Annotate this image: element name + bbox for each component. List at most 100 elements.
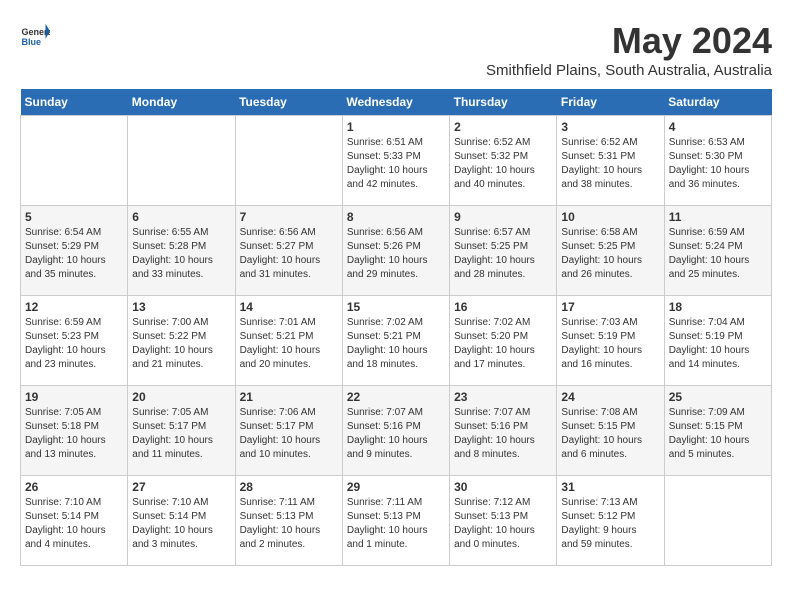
day-number: 22 (347, 390, 445, 404)
day-number: 24 (561, 390, 659, 404)
calendar-cell: 10Sunrise: 6:58 AM Sunset: 5:25 PM Dayli… (557, 206, 664, 296)
day-number: 14 (240, 300, 338, 314)
day-info: Sunrise: 6:51 AM Sunset: 5:33 PM Dayligh… (347, 136, 445, 192)
calendar-cell (235, 116, 342, 206)
calendar-cell: 7Sunrise: 6:56 AM Sunset: 5:27 PM Daylig… (235, 206, 342, 296)
week-row-3: 12 Sunrise: 6:59 AM Sunset: 5:23 PM Dayli… (21, 296, 772, 386)
calendar-cell: 3 Sunrise: 6:52 AM Sunset: 5:31 PM Daylig… (557, 116, 664, 206)
week-row-1: 1 Sunrise: 6:51 AM Sunset: 5:33 PM Daylig… (21, 116, 772, 206)
calendar-cell: 20 Sunrise: 7:05 AM Sunset: 5:17 PM Dayli… (128, 386, 235, 476)
page-header: General Blue May 2024 Smithfield Plains,… (20, 20, 772, 79)
day-info: Sunrise: 7:04 AM Sunset: 5:19 PM Dayligh… (669, 316, 767, 372)
calendar-cell: 24Sunrise: 7:08 AM Sunset: 5:15 PM Dayli… (557, 386, 664, 476)
day-number: 27 (132, 480, 230, 494)
day-info: Sunrise: 7:11 AM Sunset: 5:13 PM Dayligh… (240, 496, 338, 552)
day-number: 15 (347, 300, 445, 314)
weekday-header-monday: Monday (128, 89, 235, 116)
calendar-cell (664, 476, 771, 566)
day-number: 8 (347, 210, 445, 224)
calendar-cell: 25 Sunrise: 7:09 AM Sunset: 5:15 PM Dayli… (664, 386, 771, 476)
day-number: 2 (454, 120, 552, 134)
day-info: Sunrise: 7:07 AM Sunset: 5:16 PM Dayligh… (347, 406, 445, 462)
day-info: Sunrise: 7:03 AM Sunset: 5:19 PM Dayligh… (561, 316, 659, 372)
day-info: Sunrise: 6:53 AM Sunset: 5:30 PM Dayligh… (669, 136, 767, 192)
day-info: Sunrise: 7:11 AM Sunset: 5:13 PM Dayligh… (347, 496, 445, 552)
day-number: 12 (25, 300, 123, 314)
day-info: Sunrise: 7:09 AM Sunset: 5:15 PM Dayligh… (669, 406, 767, 462)
title-block: May 2024 Smithfield Plains, South Austra… (486, 20, 772, 79)
day-info: Sunrise: 6:52 AM Sunset: 5:32 PM Dayligh… (454, 136, 552, 192)
calendar-cell: 29 Sunrise: 7:11 AM Sunset: 5:13 PM Dayli… (342, 476, 449, 566)
day-number: 23 (454, 390, 552, 404)
day-info: Sunrise: 6:59 AM Sunset: 5:23 PM Dayligh… (25, 316, 123, 372)
calendar-cell: 26 Sunrise: 7:10 AM Sunset: 5:14 PM Dayli… (21, 476, 128, 566)
day-info: Sunrise: 6:56 AM Sunset: 5:26 PM Dayligh… (347, 226, 445, 282)
day-info: Sunrise: 7:06 AM Sunset: 5:17 PM Dayligh… (240, 406, 338, 462)
day-number: 26 (25, 480, 123, 494)
calendar-cell (128, 116, 235, 206)
calendar-cell: 9 Sunrise: 6:57 AM Sunset: 5:25 PM Daylig… (450, 206, 557, 296)
day-number: 25 (669, 390, 767, 404)
day-info: Sunrise: 6:54 AM Sunset: 5:29 PM Dayligh… (25, 226, 123, 282)
day-info: Sunrise: 7:02 AM Sunset: 5:20 PM Dayligh… (454, 316, 552, 372)
day-info: Sunrise: 7:07 AM Sunset: 5:16 PM Dayligh… (454, 406, 552, 462)
calendar-cell: 16 Sunrise: 7:02 AM Sunset: 5:20 PM Dayli… (450, 296, 557, 386)
day-info: Sunrise: 7:12 AM Sunset: 5:13 PM Dayligh… (454, 496, 552, 552)
day-info: Sunrise: 7:01 AM Sunset: 5:21 PM Dayligh… (240, 316, 338, 372)
day-number: 31 (561, 480, 659, 494)
day-number: 17 (561, 300, 659, 314)
day-number: 4 (669, 120, 767, 134)
day-number: 19 (25, 390, 123, 404)
calendar-cell: 27 Sunrise: 7:10 AM Sunset: 5:14 PM Dayli… (128, 476, 235, 566)
day-number: 18 (669, 300, 767, 314)
day-info: Sunrise: 6:59 AM Sunset: 5:24 PM Dayligh… (669, 226, 767, 282)
day-number: 28 (240, 480, 338, 494)
calendar-cell: 11 Sunrise: 6:59 AM Sunset: 5:24 PM Dayli… (664, 206, 771, 296)
day-info: Sunrise: 6:55 AM Sunset: 5:28 PM Dayligh… (132, 226, 230, 282)
day-number: 7 (240, 210, 338, 224)
day-number: 9 (454, 210, 552, 224)
weekday-header-thursday: Thursday (450, 89, 557, 116)
week-row-4: 19 Sunrise: 7:05 AM Sunset: 5:18 PM Dayli… (21, 386, 772, 476)
calendar-cell: 21 Sunrise: 7:06 AM Sunset: 5:17 PM Dayli… (235, 386, 342, 476)
day-number: 21 (240, 390, 338, 404)
calendar-cell: 1 Sunrise: 6:51 AM Sunset: 5:33 PM Daylig… (342, 116, 449, 206)
calendar-cell: 5Sunrise: 6:54 AM Sunset: 5:29 PM Daylig… (21, 206, 128, 296)
day-number: 16 (454, 300, 552, 314)
calendar-cell: 14 Sunrise: 7:01 AM Sunset: 5:21 PM Dayli… (235, 296, 342, 386)
day-number: 29 (347, 480, 445, 494)
weekday-header-saturday: Saturday (664, 89, 771, 116)
day-number: 20 (132, 390, 230, 404)
day-info: Sunrise: 7:10 AM Sunset: 5:14 PM Dayligh… (25, 496, 123, 552)
day-number: 6 (132, 210, 230, 224)
day-number: 13 (132, 300, 230, 314)
calendar-cell: 23 Sunrise: 7:07 AM Sunset: 5:16 PM Dayli… (450, 386, 557, 476)
calendar-cell: 4 Sunrise: 6:53 AM Sunset: 5:30 PM Daylig… (664, 116, 771, 206)
day-info: Sunrise: 7:10 AM Sunset: 5:14 PM Dayligh… (132, 496, 230, 552)
day-number: 3 (561, 120, 659, 134)
calendar-cell: 19 Sunrise: 7:05 AM Sunset: 5:18 PM Dayli… (21, 386, 128, 476)
day-info: Sunrise: 6:57 AM Sunset: 5:25 PM Dayligh… (454, 226, 552, 282)
day-info: Sunrise: 7:00 AM Sunset: 5:22 PM Dayligh… (132, 316, 230, 372)
calendar-cell: 15 Sunrise: 7:02 AM Sunset: 5:21 PM Dayli… (342, 296, 449, 386)
day-number: 1 (347, 120, 445, 134)
calendar-cell: 30 Sunrise: 7:12 AM Sunset: 5:13 PM Dayli… (450, 476, 557, 566)
weekday-header-row: SundayMondayTuesdayWednesdayThursdayFrid… (21, 89, 772, 116)
calendar-cell: 2 Sunrise: 6:52 AM Sunset: 5:32 PM Daylig… (450, 116, 557, 206)
day-info: Sunrise: 7:02 AM Sunset: 5:21 PM Dayligh… (347, 316, 445, 372)
day-info: Sunrise: 7:05 AM Sunset: 5:18 PM Dayligh… (25, 406, 123, 462)
day-info: Sunrise: 7:05 AM Sunset: 5:17 PM Dayligh… (132, 406, 230, 462)
day-number: 11 (669, 210, 767, 224)
day-number: 10 (561, 210, 659, 224)
calendar-cell: 18 Sunrise: 7:04 AM Sunset: 5:19 PM Dayli… (664, 296, 771, 386)
logo-icon: General Blue (20, 20, 50, 50)
calendar-cell: 17 Sunrise: 7:03 AM Sunset: 5:19 PM Dayli… (557, 296, 664, 386)
day-info: Sunrise: 6:52 AM Sunset: 5:31 PM Dayligh… (561, 136, 659, 192)
weekday-header-tuesday: Tuesday (235, 89, 342, 116)
location-subtitle: Smithfield Plains, South Australia, Aust… (486, 62, 772, 79)
month-title: May 2024 (486, 20, 772, 62)
day-number: 30 (454, 480, 552, 494)
day-info: Sunrise: 7:13 AM Sunset: 5:12 PM Dayligh… (561, 496, 659, 552)
calendar-cell: 6 Sunrise: 6:55 AM Sunset: 5:28 PM Daylig… (128, 206, 235, 296)
calendar-cell: 22 Sunrise: 7:07 AM Sunset: 5:16 PM Dayli… (342, 386, 449, 476)
